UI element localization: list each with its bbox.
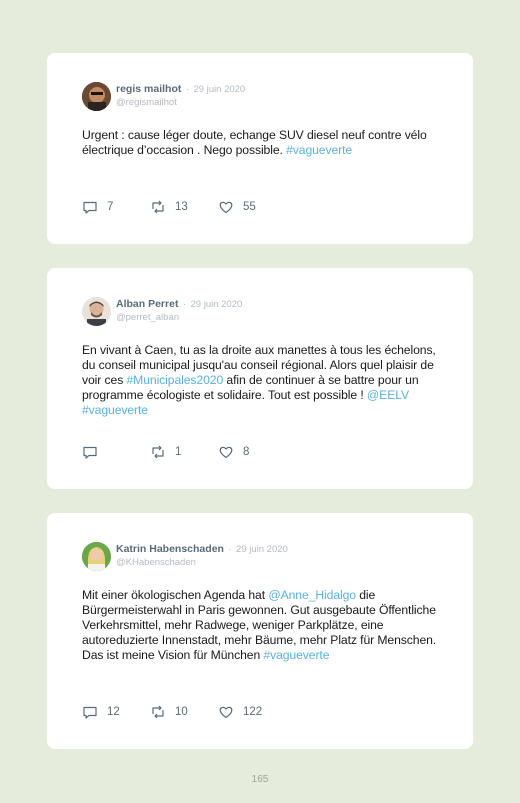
heart-icon (219, 706, 233, 719)
author-handle[interactable]: @KHabenschaden (116, 556, 288, 569)
reply-count: 12 (107, 706, 120, 718)
page-number: 165 (251, 774, 269, 785)
reply-button[interactable]: 12 (82, 704, 150, 720)
like-button[interactable]: 55 (218, 199, 286, 215)
tweet-header: Katrin Habenschaden · 29 juin 2020 @KHab… (82, 541, 288, 571)
heart-icon (219, 446, 233, 459)
reply-button[interactable] (82, 444, 150, 460)
like-button[interactable]: 8 (218, 444, 286, 460)
separator: · (182, 299, 187, 310)
separator: · (228, 544, 232, 555)
tweet-text-segment: Mit einer ökologischen Agenda hat (82, 588, 269, 602)
like-button[interactable]: 122 (218, 704, 286, 720)
hashtag-link[interactable]: #Municipales2020 (126, 373, 223, 387)
tweet-header: regis mailhot · 29 juin 2020 @regismailh… (82, 81, 245, 111)
retweet-icon (152, 705, 164, 719)
retweet-icon (152, 445, 164, 459)
retweet-icon (152, 200, 164, 214)
mention-link[interactable]: @EELV (367, 388, 409, 402)
avatar-image (82, 82, 111, 111)
tweet-text-segment: Urgent : cause léger doute, echange SUV … (82, 128, 427, 157)
reply-button[interactable]: 7 (82, 199, 150, 215)
author-handle[interactable]: @regismailhot (116, 96, 245, 109)
tweet-actions: 1 8 (82, 444, 286, 460)
tweet-header: Alban Perret · 29 juin 2020 @perret_alba… (82, 296, 242, 326)
mention-link[interactable]: @Anne_Hidalgo (268, 588, 356, 602)
retweet-count: 10 (175, 706, 188, 718)
avatar[interactable] (82, 542, 111, 571)
tweet-text: En vivant à Caen, tu as la droite aux ma… (82, 343, 445, 418)
tweet-card[interactable]: regis mailhot · 29 juin 2020 @regismailh… (47, 53, 473, 244)
tweet-date[interactable]: 29 juin 2020 (236, 544, 288, 555)
reply-count: 7 (107, 201, 114, 213)
hashtag-link[interactable]: #vagueverte (263, 648, 329, 662)
like-count: 122 (243, 706, 263, 718)
avatar[interactable] (82, 82, 111, 111)
tweet-text: Urgent : cause léger doute, echange SUV … (82, 128, 445, 158)
separator: · (185, 84, 189, 95)
retweet-button[interactable]: 1 (150, 444, 218, 460)
tweet-text: Mit einer ökologischen Agenda hat @Anne_… (82, 588, 445, 663)
retweet-count: 1 (175, 446, 182, 458)
like-count: 55 (243, 201, 256, 213)
like-count: 8 (243, 446, 250, 458)
tweet-card[interactable]: Katrin Habenschaden · 29 juin 2020 @KHab… (47, 513, 473, 749)
avatar-image (82, 542, 111, 571)
avatar[interactable] (82, 297, 111, 326)
author-name[interactable]: Katrin Habenschaden (116, 543, 224, 555)
author-name[interactable]: Alban Perret (116, 298, 178, 310)
tweet-date[interactable]: 29 juin 2020 (193, 84, 245, 95)
author-handle[interactable]: @perret_alban (116, 311, 242, 324)
hashtag-link[interactable]: #vagueverte (286, 143, 352, 157)
tweet-date[interactable]: 29 juin 2020 (191, 299, 243, 310)
author-name[interactable]: regis mailhot (116, 83, 181, 95)
tweet-actions: 12 10 122 (82, 704, 286, 720)
retweet-button[interactable]: 13 (150, 199, 218, 215)
avatar-image (82, 297, 111, 326)
retweet-count: 13 (175, 201, 188, 213)
reply-icon (83, 201, 97, 214)
tweet-card[interactable]: Alban Perret · 29 juin 2020 @perret_alba… (47, 268, 473, 489)
heart-icon (219, 201, 233, 214)
reply-icon (83, 446, 97, 459)
reply-icon (83, 706, 97, 719)
tweet-actions: 7 13 55 (82, 199, 286, 215)
hashtag-link[interactable]: #vagueverte (82, 403, 148, 417)
retweet-button[interactable]: 10 (150, 704, 218, 720)
